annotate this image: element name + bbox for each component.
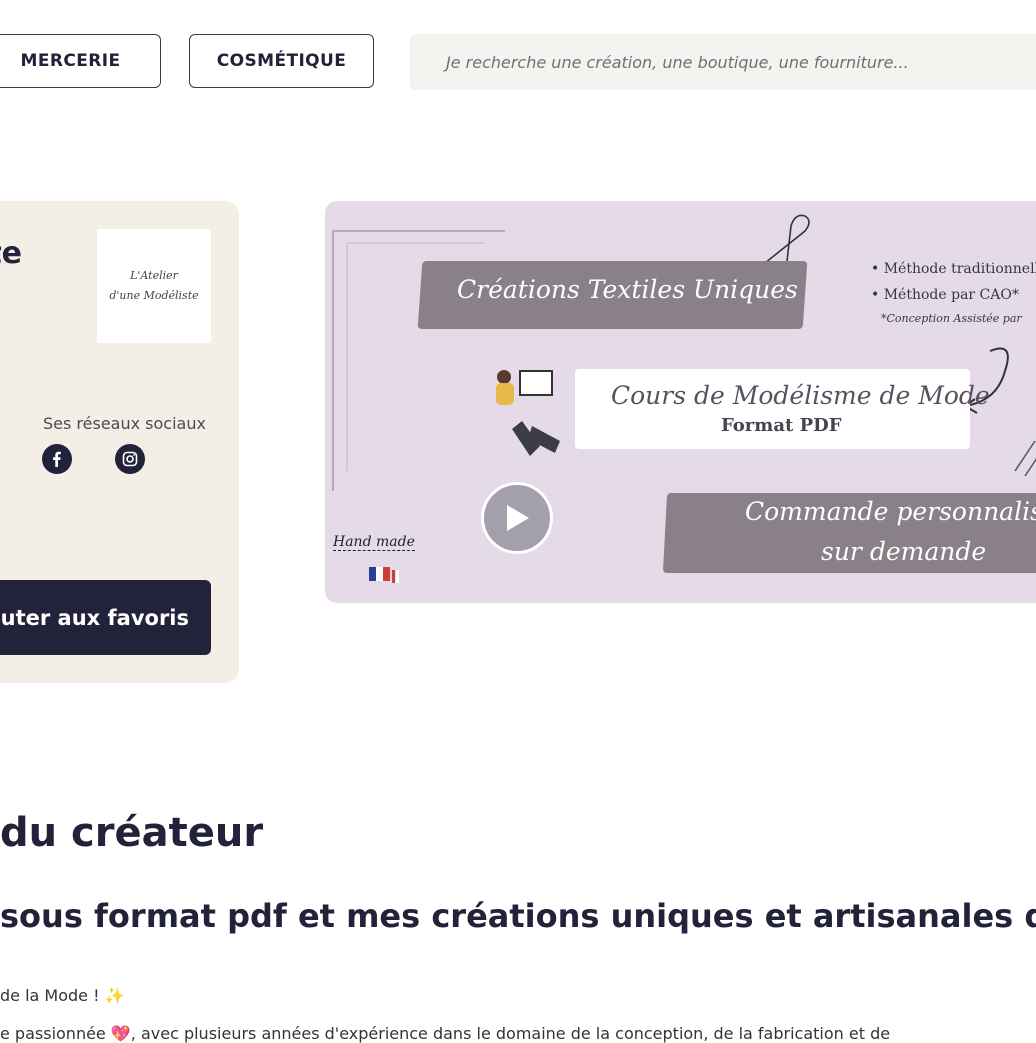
socials-label: Ses réseaux sociaux [43, 414, 206, 433]
play-icon[interactable] [481, 482, 553, 554]
logo-text-line1: L'Atelier [130, 269, 178, 282]
nav-cosmetique-button[interactable]: COSMÉTIQUE [189, 34, 374, 88]
banner-line3a: Commande personnalisée [745, 497, 1036, 526]
banner-bullet-1: • Méthode traditionnelle [871, 261, 1036, 277]
shop-logo: L'Atelier d'une Modéliste [97, 229, 211, 343]
instagram-icon[interactable] [115, 444, 145, 474]
search-input[interactable]: Je recherche une création, une boutique,… [410, 34, 1036, 90]
banner-bullet-2: • Méthode par CAO* [871, 287, 1019, 303]
illustration-desk [496, 370, 560, 456]
banner-line3b: sur demande [821, 537, 987, 566]
banner-line1: Créations Textiles Uniques [457, 275, 798, 304]
description-line-1: de la Mode ! ✨ [0, 986, 125, 1005]
description-line-2: e passionnée 💖, avec plusieurs années d'… [0, 1024, 891, 1043]
banner-line2: Cours de Modélisme de Mode [611, 381, 990, 410]
shop-name: te [0, 236, 22, 271]
creator-subheading: sous format pdf et mes créations uniques… [0, 897, 1036, 935]
handmade-label: Hand made [333, 534, 415, 551]
facebook-icon[interactable] [42, 444, 72, 474]
shop-video-banner[interactable]: Créations Textiles Uniques • Méthode tra… [325, 201, 1036, 603]
logo-text-line2: d'une Modéliste [109, 289, 199, 302]
creator-section-heading: du créateur [0, 810, 264, 856]
add-to-favorites-button[interactable]: outer aux favoris [0, 580, 211, 655]
nav-mercerie-button[interactable]: MERCERIE [0, 34, 161, 88]
banner-line2-sub: Format PDF [721, 415, 842, 436]
french-flag-icon [369, 567, 399, 583]
banner-footnote: *Conception Assistée par [881, 312, 1022, 325]
